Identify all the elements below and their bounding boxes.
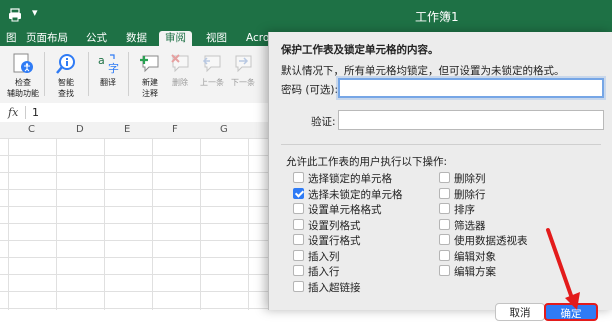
ribbon-label: 注释: [142, 89, 158, 98]
new-comment-icon: [140, 55, 159, 73]
ribbon-label: 新建: [142, 78, 158, 87]
permission-label: 编辑对象: [454, 250, 496, 263]
delete-comment-icon: [171, 54, 189, 73]
verify-label: 验证:: [311, 116, 336, 128]
protect-sheet-dialog: 保护工作表及锁定单元格的内容。 默认情况下，所有单元格均锁定，但可设置为未锁定的…: [268, 32, 612, 321]
ribbon-divider: [128, 52, 129, 96]
permission-checkbox[interactable]: [293, 187, 304, 199]
permission-checkbox[interactable]: [439, 265, 450, 276]
column-header[interactable]: C: [28, 124, 35, 135]
formula-divider: [25, 106, 26, 119]
dialog-description: 默认情况下，所有单元格均锁定，但可设置为未锁定的格式。: [281, 65, 565, 77]
permission-checkbox[interactable]: [439, 249, 450, 261]
check-accessibility-button[interactable]: 检查 辅助功能: [6, 52, 40, 98]
accessibility-icon: [13, 53, 33, 73]
permission-label: 插入列: [308, 250, 340, 263]
delete-comment-button[interactable]: 删除: [163, 52, 197, 87]
ribbon-label: 上一条: [200, 78, 224, 87]
dialog-divider: [281, 144, 601, 145]
next-comment-button[interactable]: 下一条: [226, 52, 260, 87]
password-label: 密码 (可选):: [281, 84, 339, 96]
permission-checkbox[interactable]: [439, 172, 450, 183]
permission-checkbox[interactable]: [293, 203, 304, 214]
permission-checkbox[interactable]: [293, 280, 304, 292]
permission-checkbox[interactable]: [439, 203, 450, 214]
window-title: 工作簿1: [415, 10, 459, 24]
title-bar: ▾ 工作簿1: [0, 0, 612, 30]
permission-checkbox[interactable]: [439, 218, 450, 230]
ribbon-label: 下一条: [231, 78, 255, 87]
verify-password-field[interactable]: [338, 110, 604, 130]
formula-value[interactable]: 1: [32, 106, 39, 119]
permission-label: 插入行: [308, 266, 340, 278]
permission-label: 插入超链接: [308, 281, 361, 294]
smart-lookup-icon: [56, 54, 75, 74]
permission-label: 排序: [454, 204, 475, 216]
column-header[interactable]: E: [124, 124, 130, 135]
permission-checkbox[interactable]: [293, 218, 304, 230]
ribbon-divider: [44, 52, 45, 96]
cancel-button[interactable]: 取消: [495, 303, 545, 321]
ribbon-divider: [88, 52, 89, 96]
tab-review[interactable]: 审阅: [159, 31, 192, 46]
previous-comment-icon: [202, 55, 221, 73]
ok-button[interactable]: 确定: [544, 303, 598, 321]
column-header[interactable]: F: [172, 124, 178, 135]
permission-checkbox[interactable]: [293, 265, 304, 276]
permission-label: 选择锁定的单元格: [308, 173, 392, 185]
translate-button[interactable]: a 字 翻译: [91, 52, 125, 87]
permission-label: 编辑方案: [454, 266, 496, 278]
allow-users-label: 允许此工作表的用户执行以下操作:: [286, 156, 448, 168]
permission-label: 设置单元格格式: [308, 204, 382, 216]
ribbon-label: 翻译: [100, 78, 116, 87]
new-comment-button[interactable]: 新建 注释: [133, 52, 167, 98]
column-header[interactable]: D: [76, 124, 84, 135]
permission-label: 选择未锁定的单元格: [308, 188, 403, 201]
svg-text:a: a: [98, 54, 105, 67]
next-comment-icon: [235, 55, 252, 73]
dialog-heading: 保护工作表及锁定单元格的内容。: [281, 44, 439, 56]
permission-label: 筛选器: [454, 219, 486, 232]
permission-checkbox[interactable]: [293, 234, 304, 245]
tab-data[interactable]: 数据: [120, 31, 153, 46]
column-header[interactable]: G: [220, 124, 228, 135]
password-field[interactable]: [338, 78, 604, 98]
permission-checkbox[interactable]: [439, 187, 450, 199]
smart-lookup-button[interactable]: 智能 查找: [49, 52, 83, 98]
tab-view[interactable]: 视图: [200, 31, 233, 46]
permission-label: 设置列格式: [308, 219, 361, 232]
permission-checkbox[interactable]: [293, 249, 304, 261]
ribbon-label: 删除: [172, 78, 188, 87]
tab-page-layout[interactable]: 页面布局: [20, 31, 74, 46]
permission-label: 删除列: [454, 173, 486, 185]
previous-comment-button[interactable]: 上一条: [195, 52, 229, 87]
permission-label: 删除行: [454, 188, 486, 201]
ribbon-label: 查找: [58, 89, 74, 98]
quick-access-more-icon[interactable]: ▾: [32, 6, 38, 19]
translate-icon: a 字: [98, 54, 119, 75]
tab-formulas[interactable]: 公式: [80, 31, 113, 46]
permission-checkbox[interactable]: [439, 234, 450, 245]
svg-text:字: 字: [108, 61, 119, 75]
permission-label: 设置行格式: [308, 235, 361, 247]
permission-checkbox[interactable]: [293, 172, 304, 183]
print-icon[interactable]: [8, 8, 22, 22]
ribbon-label: 辅助功能: [7, 89, 39, 98]
ribbon-label: 检查: [15, 78, 31, 87]
permission-label: 使用数据透视表: [454, 235, 528, 247]
fx-icon[interactable]: fx: [8, 106, 18, 119]
ribbon-label: 智能: [58, 78, 74, 87]
